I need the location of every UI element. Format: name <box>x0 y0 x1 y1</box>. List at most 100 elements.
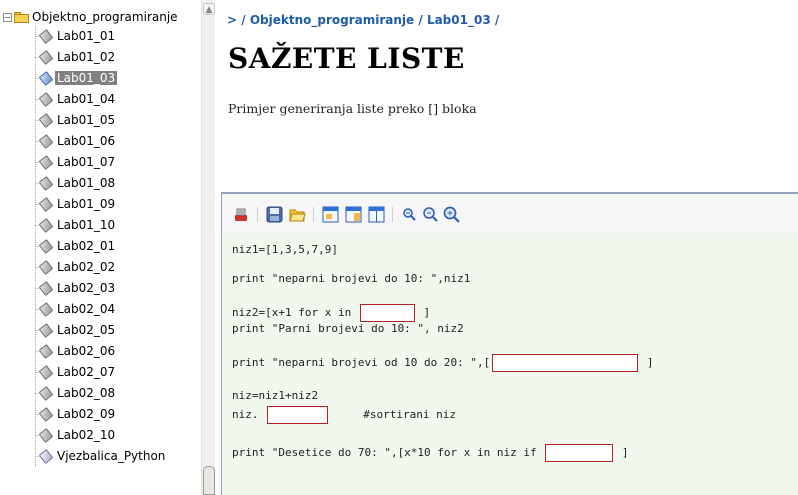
doc-icon <box>39 386 54 399</box>
doc-icon <box>39 71 54 84</box>
tree-item-label: Lab02_08 <box>57 385 116 400</box>
editor-toolbar <box>222 194 798 233</box>
code-line: print "Parni brojevi do 10: ", niz2 <box>232 322 464 335</box>
tree-item-label: Lab01_03 <box>55 70 118 85</box>
code-text: ] <box>646 356 654 369</box>
tree-item[interactable]: Lab01_06 <box>41 131 117 150</box>
breadcrumb: > / Objektno_programiranje / Lab01_03 / <box>227 13 499 27</box>
tree-item[interactable]: Lab02_10 <box>41 425 117 444</box>
window-icon[interactable] <box>322 206 339 223</box>
doc-icon <box>39 281 54 294</box>
code-line: print "neparni brojevi od 10 do 20: ",[ … <box>232 354 654 372</box>
scroll-up-arrow-icon[interactable]: ▲ <box>203 3 215 15</box>
tree-item-label: Lab01_02 <box>57 49 116 64</box>
breadcrumb-link-objektno[interactable]: Objektno_programiranje <box>250 13 414 27</box>
doc-icon <box>39 344 54 357</box>
tree-item[interactable]: Lab01_10 <box>41 215 117 234</box>
tree-item-label: Lab01_05 <box>57 112 116 127</box>
zoom-in-icon[interactable] <box>443 206 460 223</box>
code-line: niz1=[1,3,5,7,9] <box>232 243 338 256</box>
window-split-icon[interactable] <box>345 206 362 223</box>
collapse-icon[interactable]: − <box>3 12 12 22</box>
tree-item[interactable]: Lab01_02 <box>41 47 117 66</box>
open-folder-icon[interactable] <box>289 206 306 223</box>
doc-icon <box>39 428 54 441</box>
breadcrumb-separator: / <box>494 13 500 27</box>
tree-item[interactable]: Lab02_08 <box>41 383 117 402</box>
tree-item[interactable]: Lab01_07 <box>41 152 117 171</box>
code-text: print "Desetice do 70: ",[x*10 for x in … <box>232 446 544 459</box>
tree-item-label: Vjezbalica_Python <box>57 448 166 463</box>
page-title: SAŽETE LISTE <box>228 42 465 75</box>
doc-icon <box>39 365 54 378</box>
tree-item[interactable]: Lab02_04 <box>41 299 117 318</box>
doc-icon <box>39 92 54 105</box>
breadcrumb-link-lab[interactable]: Lab01_03 <box>427 13 491 27</box>
tree-item-label: Lab01_07 <box>57 154 116 169</box>
tree-item-label: Lab02_02 <box>57 259 116 274</box>
doc-icon <box>39 407 54 420</box>
tree-root-label: Objektno_programiranje <box>32 10 178 24</box>
tree-item-label: Lab02_05 <box>57 322 116 337</box>
tree-item[interactable]: Lab02_06 <box>41 341 117 360</box>
tree-item-label: Lab01_06 <box>57 133 116 148</box>
doc-icon <box>39 29 54 42</box>
tree-item[interactable]: Lab01_05 <box>41 110 117 129</box>
tree-item[interactable]: Lab01_08 <box>41 173 117 192</box>
breadcrumb-separator: / <box>241 13 246 27</box>
tree-root-node[interactable]: − Objektno_programiranje <box>3 8 178 26</box>
code-text: niz. <box>232 408 259 421</box>
tree-item[interactable]: Lab01_09 <box>41 194 117 213</box>
blank-input-2[interactable] <box>492 354 639 372</box>
save-icon[interactable] <box>266 206 283 223</box>
window-panel-icon[interactable] <box>368 206 385 223</box>
blank-input-3[interactable] <box>267 406 329 424</box>
tree-item-label: Lab02_01 <box>57 238 116 253</box>
code-line: niz. #sortirani niz <box>232 406 456 424</box>
breadcrumb-prefix: > <box>227 13 238 27</box>
doc-icon <box>39 155 54 168</box>
code-text: ] <box>423 306 431 319</box>
code-line: niz2=[x+1 for x in ] <box>232 304 430 322</box>
zoom-out-icon[interactable] <box>401 206 418 223</box>
tree-item[interactable]: Lab01_01 <box>41 26 117 45</box>
tree-item-label: Lab02_07 <box>57 364 116 379</box>
code-line: print "neparni brojevi do 10: ",niz1 <box>232 272 471 285</box>
tree-item-label: Lab02_06 <box>57 343 116 358</box>
tree-item[interactable]: Lab02_05 <box>41 320 117 339</box>
blank-input-4[interactable] <box>545 444 614 462</box>
doc-icon <box>39 176 54 189</box>
tree-item[interactable]: Lab01_03 <box>39 68 118 87</box>
doc-icon <box>39 197 54 210</box>
zoom-reset-icon[interactable] <box>422 206 439 223</box>
code-editor: niz1=[1,3,5,7,9] print "neparni brojevi … <box>221 192 798 495</box>
doc-icon <box>39 50 54 63</box>
doc-icon <box>39 323 54 336</box>
tree-item[interactable]: Lab02_03 <box>41 278 117 297</box>
code-line: print "Desetice do 70: ",[x*10 for x in … <box>232 444 629 462</box>
tool-icon[interactable] <box>233 206 250 223</box>
package-icon <box>39 449 54 462</box>
tree-item[interactable]: Vjezbalica_Python <box>41 446 167 465</box>
tree-item[interactable]: Lab02_02 <box>41 257 117 276</box>
tree-item-label: Lab01_09 <box>57 196 116 211</box>
code-comment: #sortirani niz <box>363 408 456 421</box>
doc-icon <box>39 239 54 252</box>
intro-text: Primjer generiranja liste preko [] bloka <box>228 101 477 116</box>
tree-item[interactable]: Lab01_04 <box>41 89 117 108</box>
tree-scrollbar[interactable]: ▲ <box>201 0 215 495</box>
code-line: niz=niz1+niz2 <box>232 389 319 402</box>
tree-item-label: Lab02_03 <box>57 280 116 295</box>
doc-icon <box>39 302 54 315</box>
tree-item-label: Lab01_08 <box>57 175 116 190</box>
blank-input-1[interactable] <box>359 304 415 322</box>
scrollbar-thumb[interactable] <box>203 466 215 495</box>
breadcrumb-separator: / <box>418 13 423 27</box>
tree-panel: − Objektno_programiranje Lab01_01 Lab01_0… <box>0 0 215 495</box>
tree-item[interactable]: Lab02_01 <box>41 236 117 255</box>
tree-item-label: Lab01_10 <box>57 217 116 232</box>
tree-item[interactable]: Lab02_09 <box>41 404 117 423</box>
code-text: print "neparni brojevi od 10 do 20: ",[ <box>232 356 491 369</box>
tree-item-label: Lab02_04 <box>57 301 116 316</box>
tree-item[interactable]: Lab02_07 <box>41 362 117 381</box>
